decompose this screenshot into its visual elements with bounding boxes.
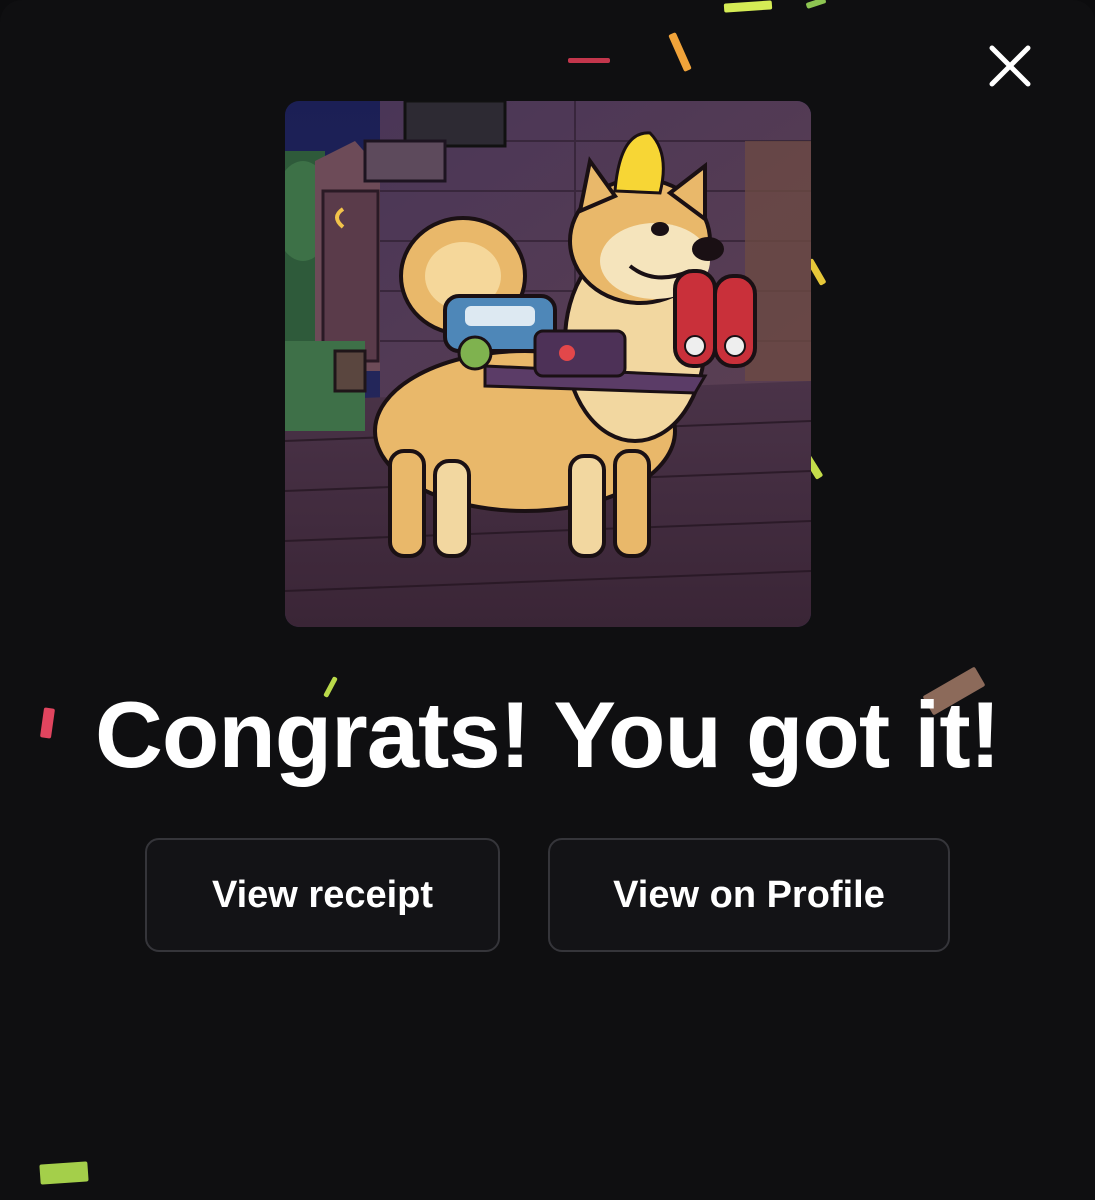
confetti-piece — [805, 0, 827, 9]
view-receipt-button[interactable]: View receipt — [145, 838, 500, 952]
view-on-profile-button[interactable]: View on Profile — [548, 838, 950, 952]
confetti-piece — [668, 32, 692, 72]
close-icon — [989, 45, 1031, 87]
nft-image — [285, 101, 811, 627]
confetti-piece — [39, 1161, 89, 1185]
success-modal: Congrats! You got it! View receipt View … — [0, 0, 1095, 1200]
success-title: Congrats! You got it! — [95, 682, 1001, 787]
confetti-piece — [723, 0, 773, 13]
close-button[interactable] — [982, 40, 1038, 96]
confetti-piece — [568, 58, 610, 63]
